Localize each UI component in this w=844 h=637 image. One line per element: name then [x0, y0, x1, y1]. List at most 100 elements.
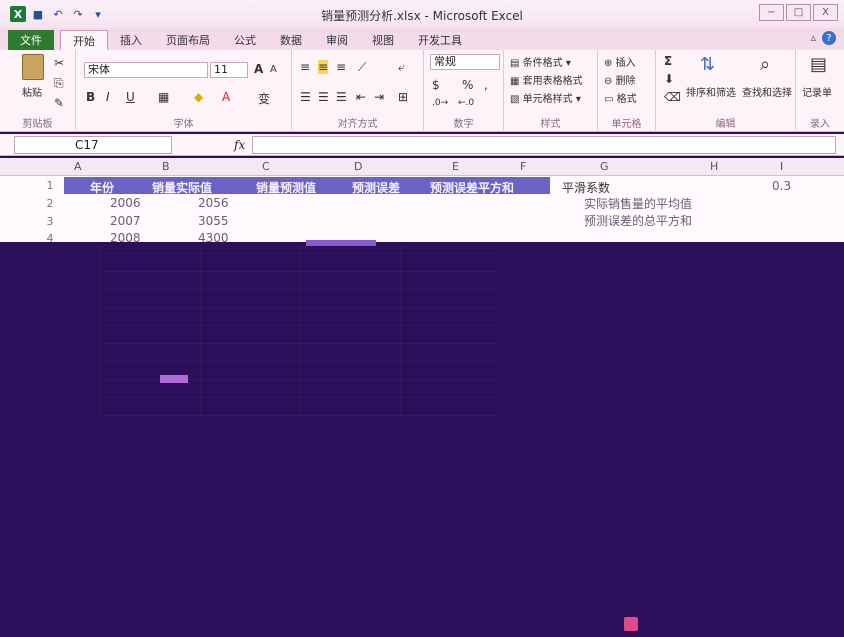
find-select-icon[interactable]: ⌕ [760, 54, 770, 75]
cut-icon[interactable]: ✂ [54, 56, 64, 70]
column-header-c[interactable]: C [262, 160, 270, 173]
minimize-button[interactable]: − [759, 4, 784, 21]
header-actual[interactable]: 销量实际值 [152, 179, 212, 196]
align-left-icon[interactable]: ☰ [300, 90, 311, 104]
font-name-select[interactable]: 宋体 [84, 62, 208, 78]
obscured-grid [100, 246, 500, 416]
align-bottom-icon[interactable]: ≡ [336, 60, 346, 74]
insert-function-button[interactable]: fx [234, 138, 245, 152]
decrease-decimal-icon[interactable]: ←.0 [458, 98, 474, 108]
insert-cells-label: 插入 [615, 58, 636, 69]
phonetic-button[interactable]: 变 [258, 90, 270, 107]
name-box[interactable]: C17 [14, 136, 172, 154]
help-icon[interactable]: ? [822, 31, 836, 45]
close-button[interactable]: X [813, 4, 838, 21]
cell-styles-label: 单元格样式 [522, 94, 573, 105]
fill-icon[interactable]: ⬇ [664, 72, 674, 86]
tab-formulas[interactable]: 公式 [222, 30, 268, 50]
insert-cells-button[interactable]: ⊕ 插入 [604, 54, 636, 69]
sort-filter-button[interactable]: 排序和筛选 [686, 84, 736, 99]
underline-button[interactable]: U [126, 90, 135, 104]
column-header-h[interactable]: H [710, 160, 718, 173]
tab-view[interactable]: 视图 [360, 30, 406, 50]
tab-data[interactable]: 数据 [268, 30, 314, 50]
delete-cells-button[interactable]: ⊖ 删除 [604, 72, 636, 87]
fill-color-icon[interactable]: ◆ [194, 90, 203, 104]
font-size-select[interactable]: 11 [210, 62, 248, 78]
number-format-select[interactable]: 常规 [430, 54, 500, 70]
cell-year[interactable]: 2006 [110, 196, 141, 210]
column-header-g[interactable]: G [600, 160, 609, 173]
italic-button[interactable]: I [106, 90, 110, 104]
format-cells-label: 格式 [616, 94, 637, 105]
format-cells-button[interactable]: ▭ 格式 [604, 90, 637, 105]
column-header-b[interactable]: B [162, 160, 170, 173]
copy-icon[interactable]: ⎘ [54, 76, 64, 91]
row-header-3[interactable]: 3 [40, 215, 60, 228]
taskbar-app-icon[interactable] [624, 617, 638, 631]
merge-center-icon[interactable]: ⊞ [398, 90, 408, 104]
styles-group: ▤ 条件格式 ▾ ▦ 套用表格格式 ▧ 单元格样式 ▾ 样式 [504, 50, 598, 132]
increase-indent-icon[interactable]: ⇥ [374, 90, 384, 104]
increase-decimal-icon[interactable]: .0→ [432, 98, 448, 108]
format-painter-icon[interactable]: ✎ [54, 96, 64, 110]
tab-insert[interactable]: 插入 [108, 30, 154, 50]
align-middle-icon[interactable]: ≡ [318, 60, 329, 74]
autosum-button[interactable]: Σ [664, 54, 672, 68]
mean-actual-label[interactable]: 实际销售量的平均值 [584, 195, 692, 212]
bold-button[interactable]: B [86, 90, 95, 104]
comma-button[interactable]: , [484, 78, 488, 92]
record-form-button[interactable]: 记录单 [802, 84, 832, 99]
record-form-icon[interactable]: ▤ [810, 54, 827, 75]
row-header-2[interactable]: 2 [40, 197, 60, 210]
shrink-font-icon[interactable]: A [270, 64, 277, 75]
column-header-a[interactable]: A [74, 160, 82, 173]
align-center-icon[interactable]: ☰ [318, 90, 329, 104]
font-color-icon[interactable]: A [222, 90, 230, 104]
column-header-e[interactable]: E [452, 160, 459, 173]
number-group: 常规 $ % , .0→ ←.0 数字 [424, 50, 504, 132]
sse-label[interactable]: 预测误差的总平方和 [584, 212, 692, 229]
tab-developer[interactable]: 开发工具 [406, 30, 474, 50]
column-header-i[interactable]: I [780, 160, 783, 173]
currency-icon[interactable]: $ [432, 78, 440, 92]
worksheet[interactable]: 1 年份 销量实际值 销量预测值 预测误差 预测误差平方和 平滑系数 0.3 2… [0, 176, 844, 245]
tab-file[interactable]: 文件 [8, 30, 54, 50]
font-group: 宋体 11 A A B I U ▦ ◆ A 变 字体 [76, 50, 292, 132]
row-header-1[interactable]: 1 [40, 179, 60, 192]
tab-home[interactable]: 开始 [60, 30, 108, 50]
cell-actual[interactable]: 2056 [198, 196, 229, 210]
cell-actual[interactable]: 3055 [198, 214, 229, 228]
align-right-icon[interactable]: ☰ [336, 90, 347, 104]
paste-button[interactable]: 粘贴 [22, 84, 42, 99]
alignment-group-label: 对齐方式 [337, 119, 378, 130]
header-year[interactable]: 年份 [90, 179, 114, 196]
paste-icon[interactable] [22, 54, 44, 80]
column-header-f[interactable]: F [520, 160, 526, 173]
header-sse[interactable]: 预测误差平方和 [430, 179, 514, 196]
conditional-format-button[interactable]: ▤ 条件格式 ▾ [510, 54, 571, 69]
header-error[interactable]: 预测误差 [352, 179, 400, 196]
smoothing-value[interactable]: 0.3 [772, 179, 791, 193]
find-select-button[interactable]: 查找和选择 [742, 84, 792, 99]
maximize-button[interactable]: □ [786, 4, 811, 21]
clear-icon[interactable]: ⌫ [664, 90, 681, 104]
wrap-text-icon[interactable]: ⤶ [398, 60, 405, 75]
align-top-icon[interactable]: ≡ [300, 60, 310, 74]
cell-styles-button[interactable]: ▧ 单元格样式 ▾ [510, 90, 581, 105]
decrease-indent-icon[interactable]: ⇤ [356, 90, 366, 104]
formula-input[interactable] [252, 136, 836, 154]
format-as-table-button[interactable]: ▦ 套用表格格式 [510, 72, 583, 87]
tab-page-layout[interactable]: 页面布局 [154, 30, 222, 50]
percent-button[interactable]: % [462, 78, 473, 92]
column-header-d[interactable]: D [354, 160, 362, 173]
minimize-ribbon-icon[interactable]: ▵ [810, 31, 816, 45]
cell-year[interactable]: 2007 [110, 214, 141, 228]
sort-filter-icon[interactable]: ⇅ [700, 54, 715, 75]
tab-review[interactable]: 审阅 [314, 30, 360, 50]
smoothing-label[interactable]: 平滑系数 [562, 179, 610, 196]
orientation-icon[interactable]: ⟋ [358, 60, 366, 75]
header-forecast[interactable]: 销量预测值 [256, 179, 316, 196]
grow-font-icon[interactable]: A [254, 62, 263, 76]
border-icon[interactable]: ▦ [158, 90, 169, 104]
